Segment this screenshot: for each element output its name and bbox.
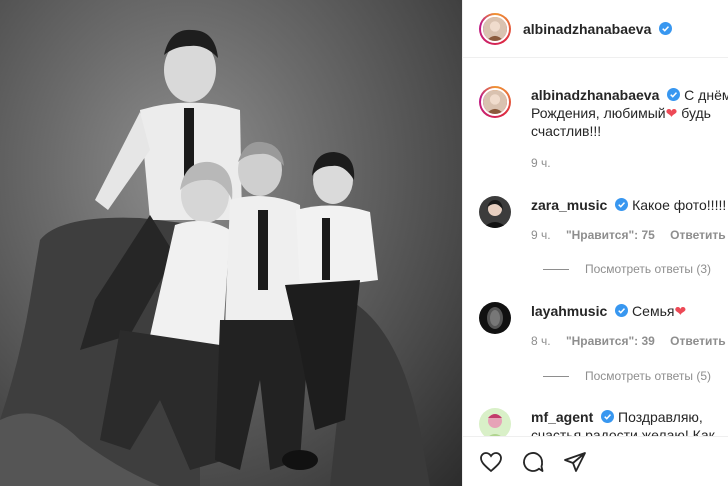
comments-list: albinadzhanabaeva С днём Рождения, любим… bbox=[463, 59, 728, 436]
comment-username[interactable]: mf_agent bbox=[531, 409, 593, 425]
comment-body: mf_agent Поздравляю, счастья радости жел… bbox=[531, 408, 718, 436]
comment-time[interactable]: 9 ч. bbox=[531, 228, 551, 242]
comment-avatar[interactable] bbox=[479, 408, 511, 436]
paper-plane-icon[interactable] bbox=[563, 450, 587, 474]
caption-time[interactable]: 9 ч. bbox=[531, 156, 551, 170]
comment-avatar[interactable] bbox=[479, 302, 511, 334]
comment-text: Какое фото!!!!! bbox=[632, 197, 727, 213]
comment-username[interactable]: zara_music bbox=[531, 197, 607, 213]
comment-meta: 9 ч. "Нравится": 75 Ответить bbox=[531, 228, 728, 242]
comment-meta: 8 ч. "Нравится": 39 Ответить bbox=[531, 334, 728, 348]
reply-button[interactable]: Ответить bbox=[670, 334, 725, 348]
author-username[interactable]: albinadzhanabaeva bbox=[523, 21, 673, 37]
post-side-panel: albinadzhanabaeva albinadzhanabaeva С дн… bbox=[462, 0, 728, 486]
author-username-text[interactable]: albinadzhanabaeva bbox=[523, 21, 651, 37]
comment-username[interactable]: layahmusic bbox=[531, 303, 607, 319]
comment-body: zara_music Какое фото!!!!! bbox=[531, 196, 728, 214]
red-heart-emoji: ❤ bbox=[665, 105, 678, 121]
red-heart-emoji: ❤ bbox=[674, 303, 687, 319]
caption-meta: 9 ч. bbox=[531, 156, 563, 170]
post-header: albinadzhanabaeva bbox=[463, 0, 728, 58]
caption-body: albinadzhanabaeva С днём Рождения, любим… bbox=[531, 86, 728, 140]
verified-badge-icon bbox=[615, 198, 629, 211]
view-replies-button[interactable]: Посмотреть ответы (5) bbox=[543, 369, 711, 383]
comment-likes[interactable]: "Нравится": 75 bbox=[566, 228, 655, 242]
comment-body: layahmusic Семья❤ bbox=[531, 302, 728, 320]
view-replies-button[interactable]: Посмотреть ответы (3) bbox=[543, 262, 711, 276]
view-replies-label[interactable]: Посмотреть ответы (5) bbox=[585, 369, 711, 383]
family-photo-image bbox=[0, 29, 430, 486]
comment-text: Семья bbox=[632, 303, 675, 319]
replies-divider bbox=[543, 268, 569, 270]
caption-avatar-image bbox=[483, 90, 507, 114]
author-avatar-image bbox=[483, 16, 507, 41]
verified-badge-icon bbox=[659, 21, 673, 35]
verified-badge-icon bbox=[601, 410, 615, 423]
view-replies-label[interactable]: Посмотреть ответы (3) bbox=[585, 262, 711, 276]
heart-icon[interactable] bbox=[479, 450, 503, 474]
caption-avatar[interactable] bbox=[479, 86, 511, 118]
comment-likes[interactable]: "Нравится": 39 bbox=[566, 334, 655, 348]
author-avatar[interactable] bbox=[479, 12, 511, 45]
post-photo[interactable] bbox=[0, 0, 462, 486]
reply-button[interactable]: Ответить bbox=[670, 228, 725, 242]
caption-username[interactable]: albinadzhanabaeva bbox=[531, 87, 659, 103]
comment-time[interactable]: 8 ч. bbox=[531, 334, 551, 348]
comment-avatar[interactable] bbox=[479, 196, 511, 228]
comment-bubble-icon[interactable] bbox=[521, 450, 545, 474]
verified-badge-icon bbox=[615, 304, 629, 317]
replies-divider bbox=[543, 375, 569, 377]
post-actions bbox=[463, 436, 728, 486]
verified-badge-icon bbox=[667, 88, 681, 101]
